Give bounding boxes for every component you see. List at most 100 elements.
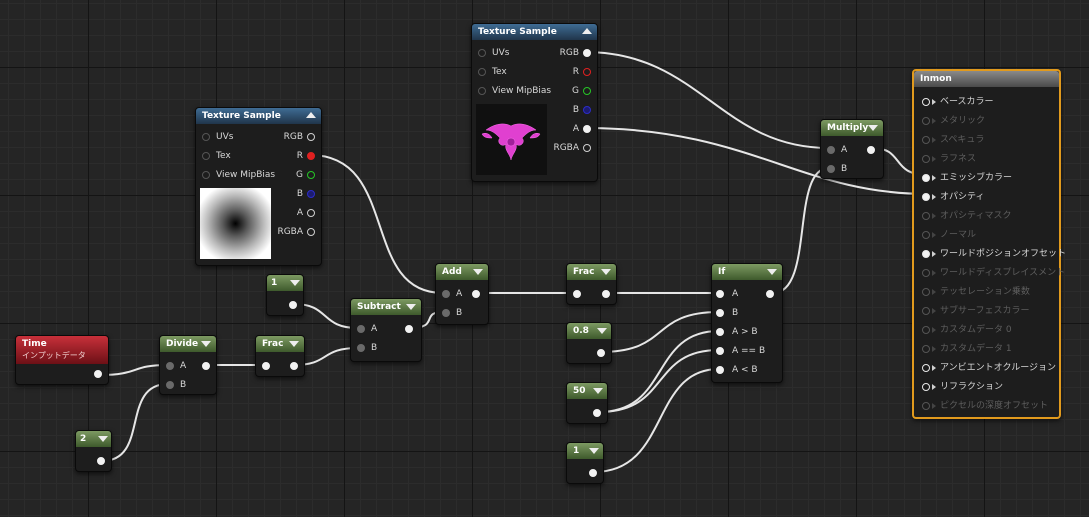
material-input-pin-icon[interactable] [922, 326, 930, 334]
node-header[interactable]: Divide [160, 336, 216, 352]
if-node[interactable]: If A B A > B A == B A < B [711, 263, 783, 383]
output-pin-icon[interactable] [472, 290, 480, 298]
input-b-pin-icon[interactable] [166, 381, 174, 389]
node-header[interactable]: Subtract [351, 299, 421, 315]
material-result-node[interactable]: Inmon ベースカラー メタリック スペキュラ ラフネス エミッシブカラー オパシティオ… [912, 69, 1066, 419]
input-pin-icon[interactable] [573, 290, 581, 298]
texture-sample-node-1[interactable]: Texture Sample UVs Tex View MipBias RGB … [195, 107, 322, 266]
input-b-pin-icon[interactable] [827, 165, 835, 173]
output-pin-icon[interactable] [766, 290, 774, 298]
output-pin-icon[interactable] [290, 362, 298, 370]
node-header[interactable]: Texture Sample [196, 108, 321, 124]
input-b-pin-icon[interactable] [442, 309, 450, 317]
material-input-pin-icon[interactable] [922, 174, 930, 182]
node-header[interactable]: Add [436, 264, 488, 280]
node-header[interactable]: Time インプットデータ [16, 336, 108, 364]
material-input-pin-icon[interactable] [922, 250, 930, 258]
collapse-down-icon[interactable] [290, 280, 300, 286]
rgb-pin-icon[interactable] [583, 49, 591, 57]
subtract-node[interactable]: Subtract A B [350, 298, 422, 362]
constant-2-node[interactable]: 2 [75, 430, 112, 472]
constant-50-node[interactable]: 50 [566, 382, 608, 424]
node-header[interactable]: Inmon [914, 71, 1059, 87]
material-input-pin-icon[interactable] [922, 193, 930, 201]
output-pin-icon[interactable] [602, 290, 610, 298]
output-pin-icon[interactable] [405, 325, 413, 333]
divide-node[interactable]: Divide A B [159, 335, 217, 395]
b-pin-icon[interactable] [307, 190, 315, 198]
output-pin-icon[interactable] [202, 362, 210, 370]
add-node[interactable]: Add A B [435, 263, 489, 325]
collapse-down-icon[interactable] [593, 388, 603, 394]
frac-node-1[interactable]: Frac [255, 335, 305, 377]
input-agtb-pin-icon[interactable] [716, 328, 724, 336]
collapse-down-icon[interactable] [767, 269, 777, 275]
input-b-pin-icon[interactable] [716, 309, 724, 317]
collapse-up-icon[interactable] [306, 112, 316, 118]
node-header[interactable]: 0.8 [567, 323, 611, 339]
a-pin-icon[interactable] [307, 209, 315, 217]
node-header[interactable]: If [712, 264, 782, 280]
collapse-down-icon[interactable] [406, 304, 416, 310]
input-aeqb-pin-icon[interactable] [716, 347, 724, 355]
node-header[interactable]: Frac [256, 336, 304, 352]
texture-sample-node-2[interactable]: Texture Sample UVs Tex View MipBias RGB … [471, 23, 598, 182]
a-pin-icon[interactable] [583, 125, 591, 133]
input-a-pin-icon[interactable] [827, 146, 835, 154]
collapse-down-icon[interactable] [589, 448, 599, 454]
b-pin-icon[interactable] [583, 106, 591, 114]
output-pin-icon[interactable] [867, 146, 875, 154]
material-input-pin-icon[interactable] [922, 269, 930, 277]
output-pin-icon[interactable] [593, 409, 601, 417]
constant-1b-node[interactable]: 1 [566, 442, 604, 484]
input-altb-pin-icon[interactable] [716, 366, 724, 374]
material-input-pin-icon[interactable] [922, 136, 930, 144]
material-input-pin-icon[interactable] [922, 212, 930, 220]
collapse-down-icon[interactable] [473, 269, 483, 275]
g-pin-icon[interactable] [307, 171, 315, 179]
input-a-pin-icon[interactable] [442, 290, 450, 298]
constant-0-8-node[interactable]: 0.8 [566, 322, 612, 364]
material-input-pin-icon[interactable] [922, 288, 930, 296]
collapse-down-icon[interactable] [601, 269, 611, 275]
node-header[interactable]: Texture Sample [472, 24, 597, 40]
output-pin-icon[interactable] [597, 349, 605, 357]
tex-pin-icon[interactable] [478, 68, 486, 76]
uvs-pin-icon[interactable] [478, 49, 486, 57]
material-input-pin-icon[interactable] [922, 117, 930, 125]
material-input-pin-icon[interactable] [922, 307, 930, 315]
material-input-pin-icon[interactable] [922, 383, 930, 391]
tex-pin-icon[interactable] [202, 152, 210, 160]
collapse-down-icon[interactable] [98, 436, 108, 442]
input-pin-icon[interactable] [262, 362, 270, 370]
input-a-pin-icon[interactable] [716, 290, 724, 298]
rgba-pin-icon[interactable] [307, 228, 315, 236]
material-input-pin-icon[interactable] [922, 231, 930, 239]
node-header[interactable]: 1 [267, 275, 303, 291]
node-header[interactable]: 50 [567, 383, 607, 399]
output-pin-icon[interactable] [589, 469, 597, 477]
node-header[interactable]: 1 [567, 443, 603, 459]
constant-1-node[interactable]: 1 [266, 274, 304, 316]
g-pin-icon[interactable] [583, 87, 591, 95]
uvs-pin-icon[interactable] [202, 133, 210, 141]
rgba-pin-icon[interactable] [583, 144, 591, 152]
node-header[interactable]: 2 [76, 431, 111, 447]
r-pin-icon[interactable] [307, 152, 315, 160]
node-header[interactable]: Multiply [821, 120, 883, 136]
collapse-down-icon[interactable] [201, 341, 211, 347]
output-pin-icon[interactable] [94, 370, 102, 378]
r-pin-icon[interactable] [583, 68, 591, 76]
multiply-node[interactable]: Multiply A B [820, 119, 884, 179]
material-input-pin-icon[interactable] [922, 364, 930, 372]
material-input-pin-icon[interactable] [922, 402, 930, 410]
collapse-down-icon[interactable] [597, 328, 607, 334]
collapse-down-icon[interactable] [289, 341, 299, 347]
material-input-pin-icon[interactable] [922, 155, 930, 163]
input-b-pin-icon[interactable] [357, 344, 365, 352]
output-pin-icon[interactable] [289, 301, 297, 309]
mipbias-pin-icon[interactable] [478, 87, 486, 95]
node-header[interactable]: Frac [567, 264, 616, 280]
material-input-pin-icon[interactable] [922, 345, 930, 353]
output-pin-icon[interactable] [97, 457, 105, 465]
